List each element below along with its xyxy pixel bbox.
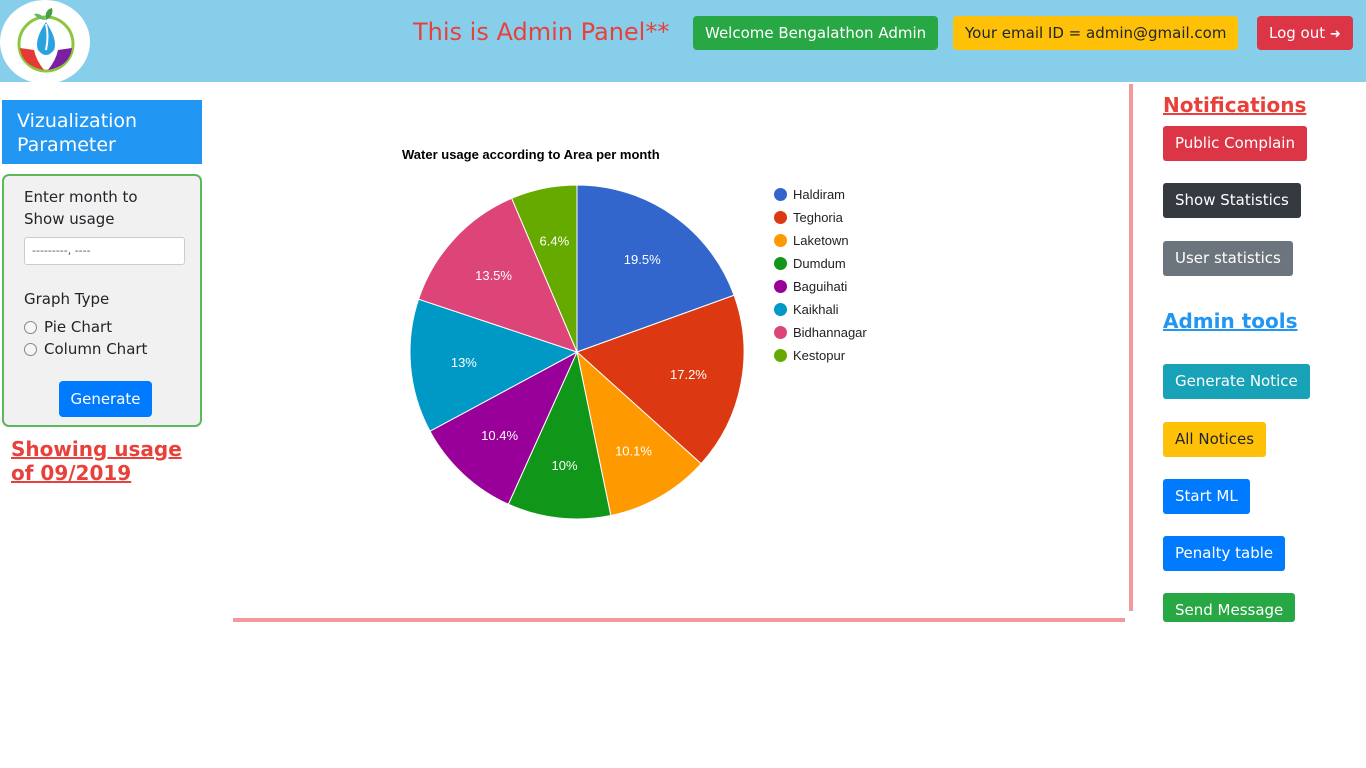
slice-label-kaikhali: 13% — [451, 355, 477, 370]
legend-label: Bidhannagar — [793, 325, 867, 340]
slice-label-haldiram: 19.5% — [624, 252, 661, 267]
slice-label-baguihati: 10.4% — [481, 428, 518, 443]
legend-item-teghoria[interactable]: Teghoria — [774, 206, 867, 229]
notifications-heading[interactable]: Notifications — [1163, 93, 1306, 117]
visualization-heading: Vizualization Parameter — [2, 100, 202, 164]
visualization-form: Enter month to Show usage ---------, ---… — [2, 174, 202, 427]
slice-label-teghoria: 17.2% — [670, 367, 707, 382]
vertical-divider — [1129, 84, 1133, 611]
logout-button[interactable]: Log out ➜ — [1257, 16, 1353, 50]
all-notices-button[interactable]: All Notices — [1163, 422, 1267, 457]
legend-item-kestopur[interactable]: Kestopur — [774, 344, 867, 367]
panel-title: This is Admin Panel** — [413, 18, 670, 46]
legend-item-bidhannagar[interactable]: Bidhannagar — [774, 321, 867, 344]
sign-out-icon: ➜ — [1329, 27, 1341, 42]
user-statistics-button[interactable]: User statistics — [1163, 241, 1293, 276]
column-chart-option[interactable]: Column Chart — [24, 340, 147, 358]
month-input[interactable]: ---------, ---- — [24, 237, 185, 265]
legend-label: Dumdum — [793, 256, 846, 271]
generate-notice-button[interactable]: Generate Notice — [1163, 364, 1310, 399]
chart-title: Water usage according to Area per month — [402, 147, 660, 162]
welcome-button[interactable]: Welcome Bengalathon Admin — [693, 16, 939, 50]
graph-type-label: Graph Type — [24, 290, 110, 308]
header-bar: This is Admin Panel** Welcome Bengalatho… — [0, 0, 1366, 84]
legend-label: Baguihati — [793, 279, 848, 294]
pie-chart: 19.5% 17.2% 10.1% 10% 10.4% 13% 13.5% 6.4% — [409, 184, 745, 520]
slice-label-laketown: 10.1% — [615, 443, 652, 458]
legend-item-laketown[interactable]: Laketown — [774, 229, 867, 252]
legend-swatch — [774, 257, 787, 270]
legend-swatch — [774, 188, 787, 201]
pie-chart-radio[interactable] — [24, 320, 37, 334]
legend-swatch — [774, 280, 787, 293]
start-ml-button[interactable]: Start ML — [1163, 479, 1250, 514]
month-label: Enter month to Show usage — [24, 188, 138, 228]
legend-item-baguihati[interactable]: Baguihati — [774, 275, 867, 298]
chart-legend: Haldiram Teghoria Laketown Dumdum Baguihati K… — [774, 183, 867, 367]
legend-label: Kaikhali — [793, 302, 839, 317]
slice-label-bidhannagar: 13.5% — [475, 268, 512, 283]
legend-label: Kestopur — [793, 348, 846, 363]
column-chart-label: Column Chart — [44, 340, 148, 358]
legend-label: Teghoria — [793, 210, 843, 225]
showing-usage-label: Showing usage of 09/2019 — [11, 437, 182, 485]
legend-swatch — [774, 211, 787, 224]
logout-label: Log out — [1269, 24, 1326, 42]
generate-button[interactable]: Generate — [59, 381, 152, 417]
pie-chart-option[interactable]: Pie Chart — [24, 318, 112, 336]
legend-item-haldiram[interactable]: Haldiram — [774, 183, 867, 206]
show-statistics-button[interactable]: Show Statistics — [1163, 183, 1301, 218]
admin-tools-heading[interactable]: Admin tools — [1163, 309, 1298, 333]
legend-swatch — [774, 326, 787, 339]
horizontal-divider — [233, 618, 1125, 622]
pie-chart-label: Pie Chart — [44, 318, 113, 336]
legend-item-dumdum[interactable]: Dumdum — [774, 252, 867, 275]
public-complain-button[interactable]: Public Complain — [1163, 126, 1307, 161]
penalty-table-button[interactable]: Penalty table — [1163, 536, 1286, 571]
logo — [0, 0, 90, 84]
water-drop-hands-icon — [17, 8, 75, 73]
legend-label: Haldiram — [793, 187, 846, 202]
legend-label: Laketown — [793, 233, 849, 248]
legend-swatch — [774, 349, 787, 362]
slice-label-kestopur: 6.4% — [540, 234, 570, 249]
legend-swatch — [774, 303, 787, 316]
column-chart-radio[interactable] — [24, 342, 37, 356]
legend-swatch — [774, 234, 787, 247]
slice-label-dumdum: 10% — [552, 458, 578, 473]
send-message-button[interactable]: Send Message — [1163, 593, 1296, 622]
legend-item-kaikhali[interactable]: Kaikhali — [774, 298, 867, 321]
email-button[interactable]: Your email ID = admin@gmail.com — [953, 16, 1239, 50]
